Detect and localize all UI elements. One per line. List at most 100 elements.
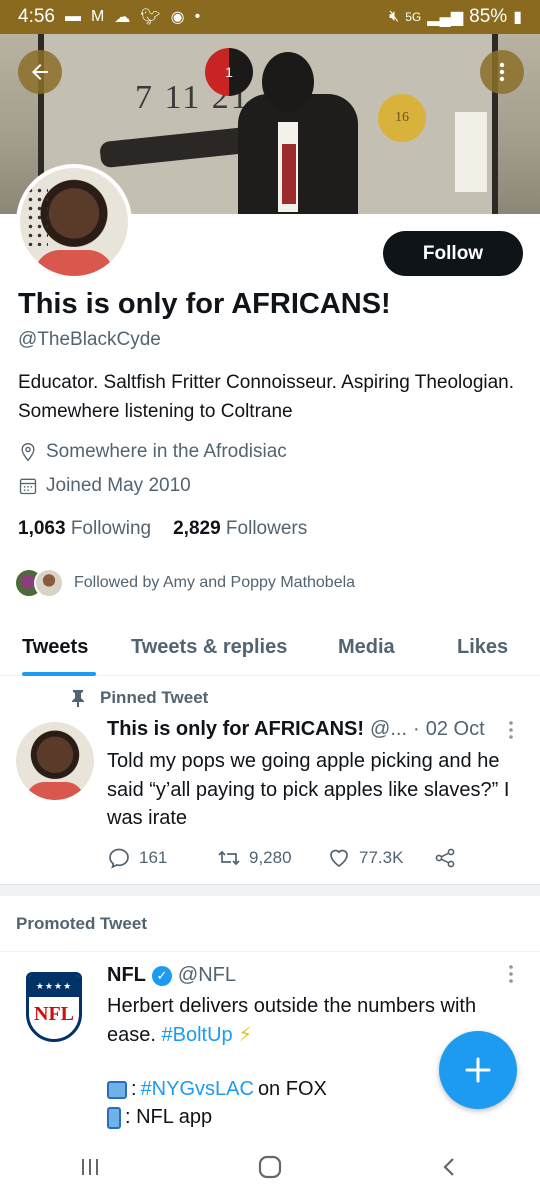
- tweet-actions: 161 9,280 77.3K: [107, 846, 457, 870]
- gmail-icon: M: [90, 8, 105, 25]
- followers-label: Followers: [225, 518, 308, 539]
- like-count: 77.3K: [359, 848, 404, 867]
- verified-badge-icon: ✓: [151, 965, 172, 986]
- avatar-shirt: [26, 782, 84, 800]
- banner-figure-tie: [282, 144, 296, 204]
- ad-author-name[interactable]: NFL: [107, 964, 146, 987]
- app-icon: ◉: [170, 9, 185, 26]
- followed-by[interactable]: Followed by Amy and Poppy Mathobela: [14, 568, 355, 598]
- tweet-author-handle: @...: [370, 718, 408, 740]
- pin-icon: [72, 690, 84, 707]
- compose-tweet-button[interactable]: [439, 1031, 517, 1109]
- back-button[interactable]: [18, 50, 62, 94]
- ad-tweet-header: NFL ✓ @NFL: [107, 964, 236, 987]
- share-button[interactable]: [433, 846, 457, 870]
- nfl-logo-avatar[interactable]: ★★★★ NFL: [26, 972, 82, 1042]
- ad-tweet-line-app: : NFL app: [107, 1106, 212, 1129]
- location-pin-icon: [21, 442, 35, 462]
- promoted-tweet-label: Promoted Tweet: [16, 914, 147, 933]
- tab-media[interactable]: Media: [338, 618, 395, 676]
- more-options-button[interactable]: [480, 50, 524, 94]
- profile-location: Somewhere in the Afrodisiac: [18, 441, 287, 463]
- profile-tabs: Tweets Tweets & replies Media Likes: [0, 618, 540, 676]
- banner-figure-head: [262, 52, 314, 112]
- bolt-emoji: ⚡: [238, 1024, 253, 1046]
- chevron-left-icon: [443, 1158, 454, 1176]
- hashtag-link[interactable]: #BoltUp: [161, 1024, 232, 1046]
- network-type: 5G: [405, 10, 422, 24]
- followed-by-avatars: [14, 568, 64, 598]
- battery-level: 85%: [469, 6, 508, 27]
- following-link[interactable]: 1,063 Following: [18, 518, 151, 540]
- retweet-button[interactable]: 9,280: [217, 846, 327, 870]
- reply-icon: [109, 848, 129, 869]
- profile-name: This is only for AFRICANS!: [18, 288, 391, 320]
- tweet-date[interactable]: 02 Oct: [426, 718, 485, 741]
- banner-red-circle: 1: [205, 48, 253, 96]
- cloud-icon: ☁: [114, 9, 131, 26]
- tv-icon: [107, 1080, 127, 1099]
- recents-icon: [82, 1159, 98, 1175]
- section-divider: [0, 884, 540, 896]
- tab-tweets[interactable]: Tweets: [22, 618, 96, 676]
- calendar-icon: [19, 478, 37, 495]
- dot-icon: •: [194, 8, 201, 25]
- retweet-count: 9,280: [249, 848, 292, 867]
- profile-avatar[interactable]: [16, 164, 132, 280]
- phone-icon: [107, 1106, 121, 1129]
- section-divider: [0, 951, 540, 952]
- profile-handle: @TheBlackCyde: [18, 329, 161, 350]
- following-label: Following: [70, 518, 152, 539]
- home-icon: [258, 1155, 282, 1178]
- avatar-image: [20, 168, 128, 276]
- more-vertical-icon: [509, 965, 513, 983]
- heart-icon: [330, 849, 348, 868]
- more-vertical-icon: [509, 721, 513, 739]
- hashtag-link[interactable]: #NYGvsLAC: [141, 1078, 254, 1101]
- following-count: 1,063: [18, 518, 66, 539]
- ad-more-button[interactable]: [507, 964, 515, 990]
- mute-icon: 🔇︎: [389, 8, 400, 25]
- banner-card: [455, 112, 487, 192]
- tweet-author-name[interactable]: This is only for AFRICANS!: [107, 718, 364, 741]
- colon: :: [131, 1078, 137, 1100]
- nfl-logo-text: NFL: [34, 1003, 74, 1025]
- ad-author-handle: @NFL: [177, 964, 236, 986]
- profile-bio: Educator. Saltfish Fritter Connoisseur. …: [18, 372, 515, 422]
- twitter-icon: 🐦︎: [140, 9, 161, 26]
- follower-avatar: [34, 568, 64, 598]
- ad-line-text: : NFL app: [125, 1106, 213, 1128]
- tweet-author-avatar[interactable]: [16, 722, 94, 800]
- tweet-more-button[interactable]: [507, 720, 515, 746]
- android-nav-bar: [0, 1140, 540, 1200]
- ad-line-text: on FOX: [257, 1078, 327, 1100]
- joined-text: Joined May 2010: [46, 475, 191, 496]
- follow-button[interactable]: Follow: [383, 231, 523, 276]
- recents-button[interactable]: [60, 1154, 120, 1186]
- followed-by-text: Followed by Amy and Poppy Mathobela: [74, 574, 356, 591]
- avatar-bg-dots: [26, 186, 48, 246]
- tab-likes[interactable]: Likes: [457, 618, 508, 676]
- nfl-logo-stars: ★★★★: [29, 975, 79, 997]
- location-text: Somewhere in the Afrodisiac: [46, 441, 287, 462]
- follow-stats: 1,063 Following 2,829 Followers: [18, 518, 307, 540]
- compose-plus-icon: [465, 1057, 491, 1083]
- ad-tweet-line-tv: : #NYGvsLAC on FOX: [107, 1078, 327, 1101]
- home-button[interactable]: [240, 1154, 300, 1187]
- reply-count: 161: [139, 848, 168, 867]
- status-bar: 4:56 ▬ M ☁ 🐦︎ ◉ • 🔇︎ 5G ▂▄▆ 85% ▮: [0, 0, 540, 34]
- followers-link[interactable]: 2,829 Followers: [173, 518, 307, 540]
- followers-count: 2,829: [173, 518, 221, 539]
- tweet-header: This is only for AFRICANS! @... · 02 Oct: [107, 718, 527, 741]
- tab-tweets-replies[interactable]: Tweets & replies: [131, 618, 287, 676]
- avatar-shirt: [34, 250, 114, 276]
- like-button[interactable]: 77.3K: [327, 846, 433, 870]
- back-arrow-icon: [32, 64, 48, 80]
- signal-icon: ▂▄▆: [427, 9, 464, 26]
- reply-button[interactable]: 161: [107, 846, 217, 870]
- battery-icon: ▮: [513, 9, 522, 26]
- nav-back-button[interactable]: [420, 1154, 480, 1186]
- more-vertical-icon: [499, 62, 505, 82]
- share-icon: [435, 848, 455, 868]
- retweet-icon: [218, 850, 240, 866]
